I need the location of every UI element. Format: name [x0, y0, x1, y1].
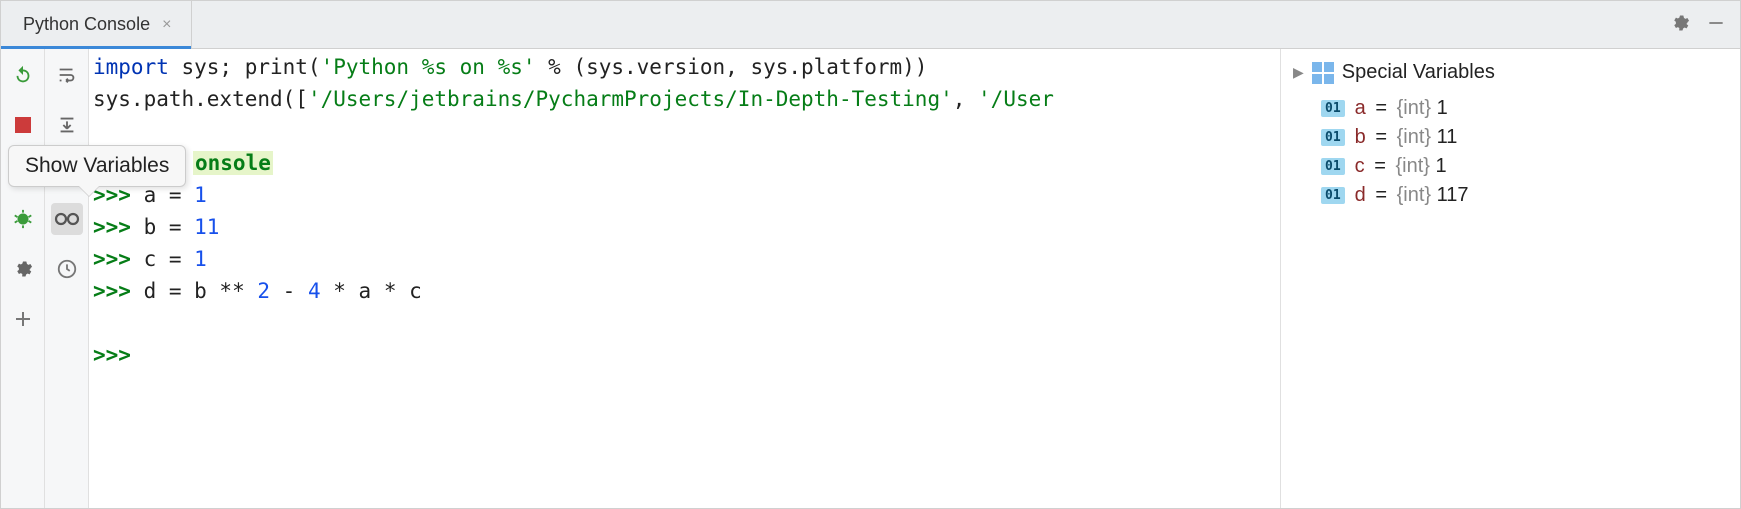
prompt: >>>	[93, 215, 144, 239]
gear-icon[interactable]	[1670, 13, 1690, 36]
code-text: b =	[144, 215, 195, 239]
variable-row[interactable]: 01 a = {int} 1	[1291, 94, 1730, 123]
code-string: 'Python %s on %s'	[321, 55, 536, 79]
code-number: 1	[194, 183, 207, 207]
show-variables-button[interactable]	[51, 203, 83, 235]
code-text: * a * c	[321, 279, 422, 303]
left-toolbar-1	[1, 49, 45, 508]
tab-title: Python Console	[23, 14, 150, 35]
expand-arrow-icon[interactable]: ▶	[1293, 64, 1304, 81]
var-value: 1	[1436, 155, 1447, 177]
debug-button[interactable]	[7, 203, 39, 235]
variable-row[interactable]: 01 b = {int} 11	[1291, 123, 1730, 152]
prompt: >>>	[93, 247, 144, 271]
variables-panel: ▶ Special Variables 01 a = {int} 1 01 b …	[1280, 49, 1740, 508]
code-text: sys.path.extend([	[93, 87, 308, 111]
add-button[interactable]	[7, 303, 39, 335]
code-text: c =	[144, 247, 195, 271]
tab-bar-actions	[1670, 1, 1740, 48]
variables-header-label: Special Variables	[1342, 61, 1495, 84]
code-string: '/User	[978, 87, 1054, 111]
tab-bar: Python Console ×	[1, 1, 1740, 49]
soft-wrap-button[interactable]	[51, 59, 83, 91]
tab-python-console[interactable]: Python Console ×	[1, 1, 192, 48]
prompt: >>>	[93, 279, 144, 303]
var-name: a	[1355, 97, 1366, 119]
code-keyword: import	[93, 55, 169, 79]
code-number: 1	[194, 247, 207, 271]
tooltip-show-variables: Show Variables	[8, 145, 186, 187]
special-variables-header[interactable]: ▶ Special Variables	[1291, 57, 1730, 94]
code-text: % (sys.version, sys.platform))	[536, 55, 928, 79]
var-type: {int}	[1397, 126, 1431, 148]
rerun-button[interactable]	[7, 59, 39, 91]
code-number: 11	[194, 215, 219, 239]
code-number: 4	[308, 279, 321, 303]
type-badge: 01	[1321, 158, 1345, 175]
history-button[interactable]	[51, 253, 83, 285]
type-badge: 01	[1321, 187, 1345, 204]
prompt: >>>	[93, 343, 144, 367]
code-number: 2	[257, 279, 270, 303]
var-type: {int}	[1397, 97, 1431, 119]
var-name: b	[1355, 126, 1366, 148]
code-text: sys; print(	[169, 55, 321, 79]
var-value: 11	[1437, 126, 1458, 148]
code-string: '/Users/jetbrains/PycharmProjects/In-Dep…	[308, 87, 953, 111]
code-text: ,	[953, 87, 978, 111]
var-name: c	[1355, 155, 1365, 177]
stop-button[interactable]	[7, 109, 39, 141]
minimize-icon[interactable]	[1706, 13, 1726, 36]
tooltip-text: Show Variables	[25, 154, 169, 177]
variable-row[interactable]: 01 c = {int} 1	[1291, 152, 1730, 181]
var-type: {int}	[1397, 184, 1431, 206]
console-output[interactable]: import sys; print('Python %s on %s' % (s…	[89, 49, 1280, 508]
settings-button[interactable]	[7, 253, 39, 285]
var-value: 1	[1437, 97, 1448, 119]
code-text: d = b **	[144, 279, 258, 303]
highlighted-text: onsole	[193, 151, 273, 175]
var-name: d	[1355, 184, 1366, 206]
type-badge: 01	[1321, 100, 1345, 117]
type-badge: 01	[1321, 129, 1345, 146]
variables-grid-icon	[1312, 62, 1334, 84]
scroll-to-end-button[interactable]	[51, 109, 83, 141]
variable-row[interactable]: 01 d = {int} 117	[1291, 181, 1730, 210]
var-type: {int}	[1395, 155, 1429, 177]
var-value: 117	[1437, 184, 1469, 206]
close-icon[interactable]: ×	[160, 14, 173, 36]
main-area: import sys; print('Python %s on %s' % (s…	[1, 49, 1740, 508]
left-toolbar-2	[45, 49, 89, 508]
code-text: -	[270, 279, 308, 303]
